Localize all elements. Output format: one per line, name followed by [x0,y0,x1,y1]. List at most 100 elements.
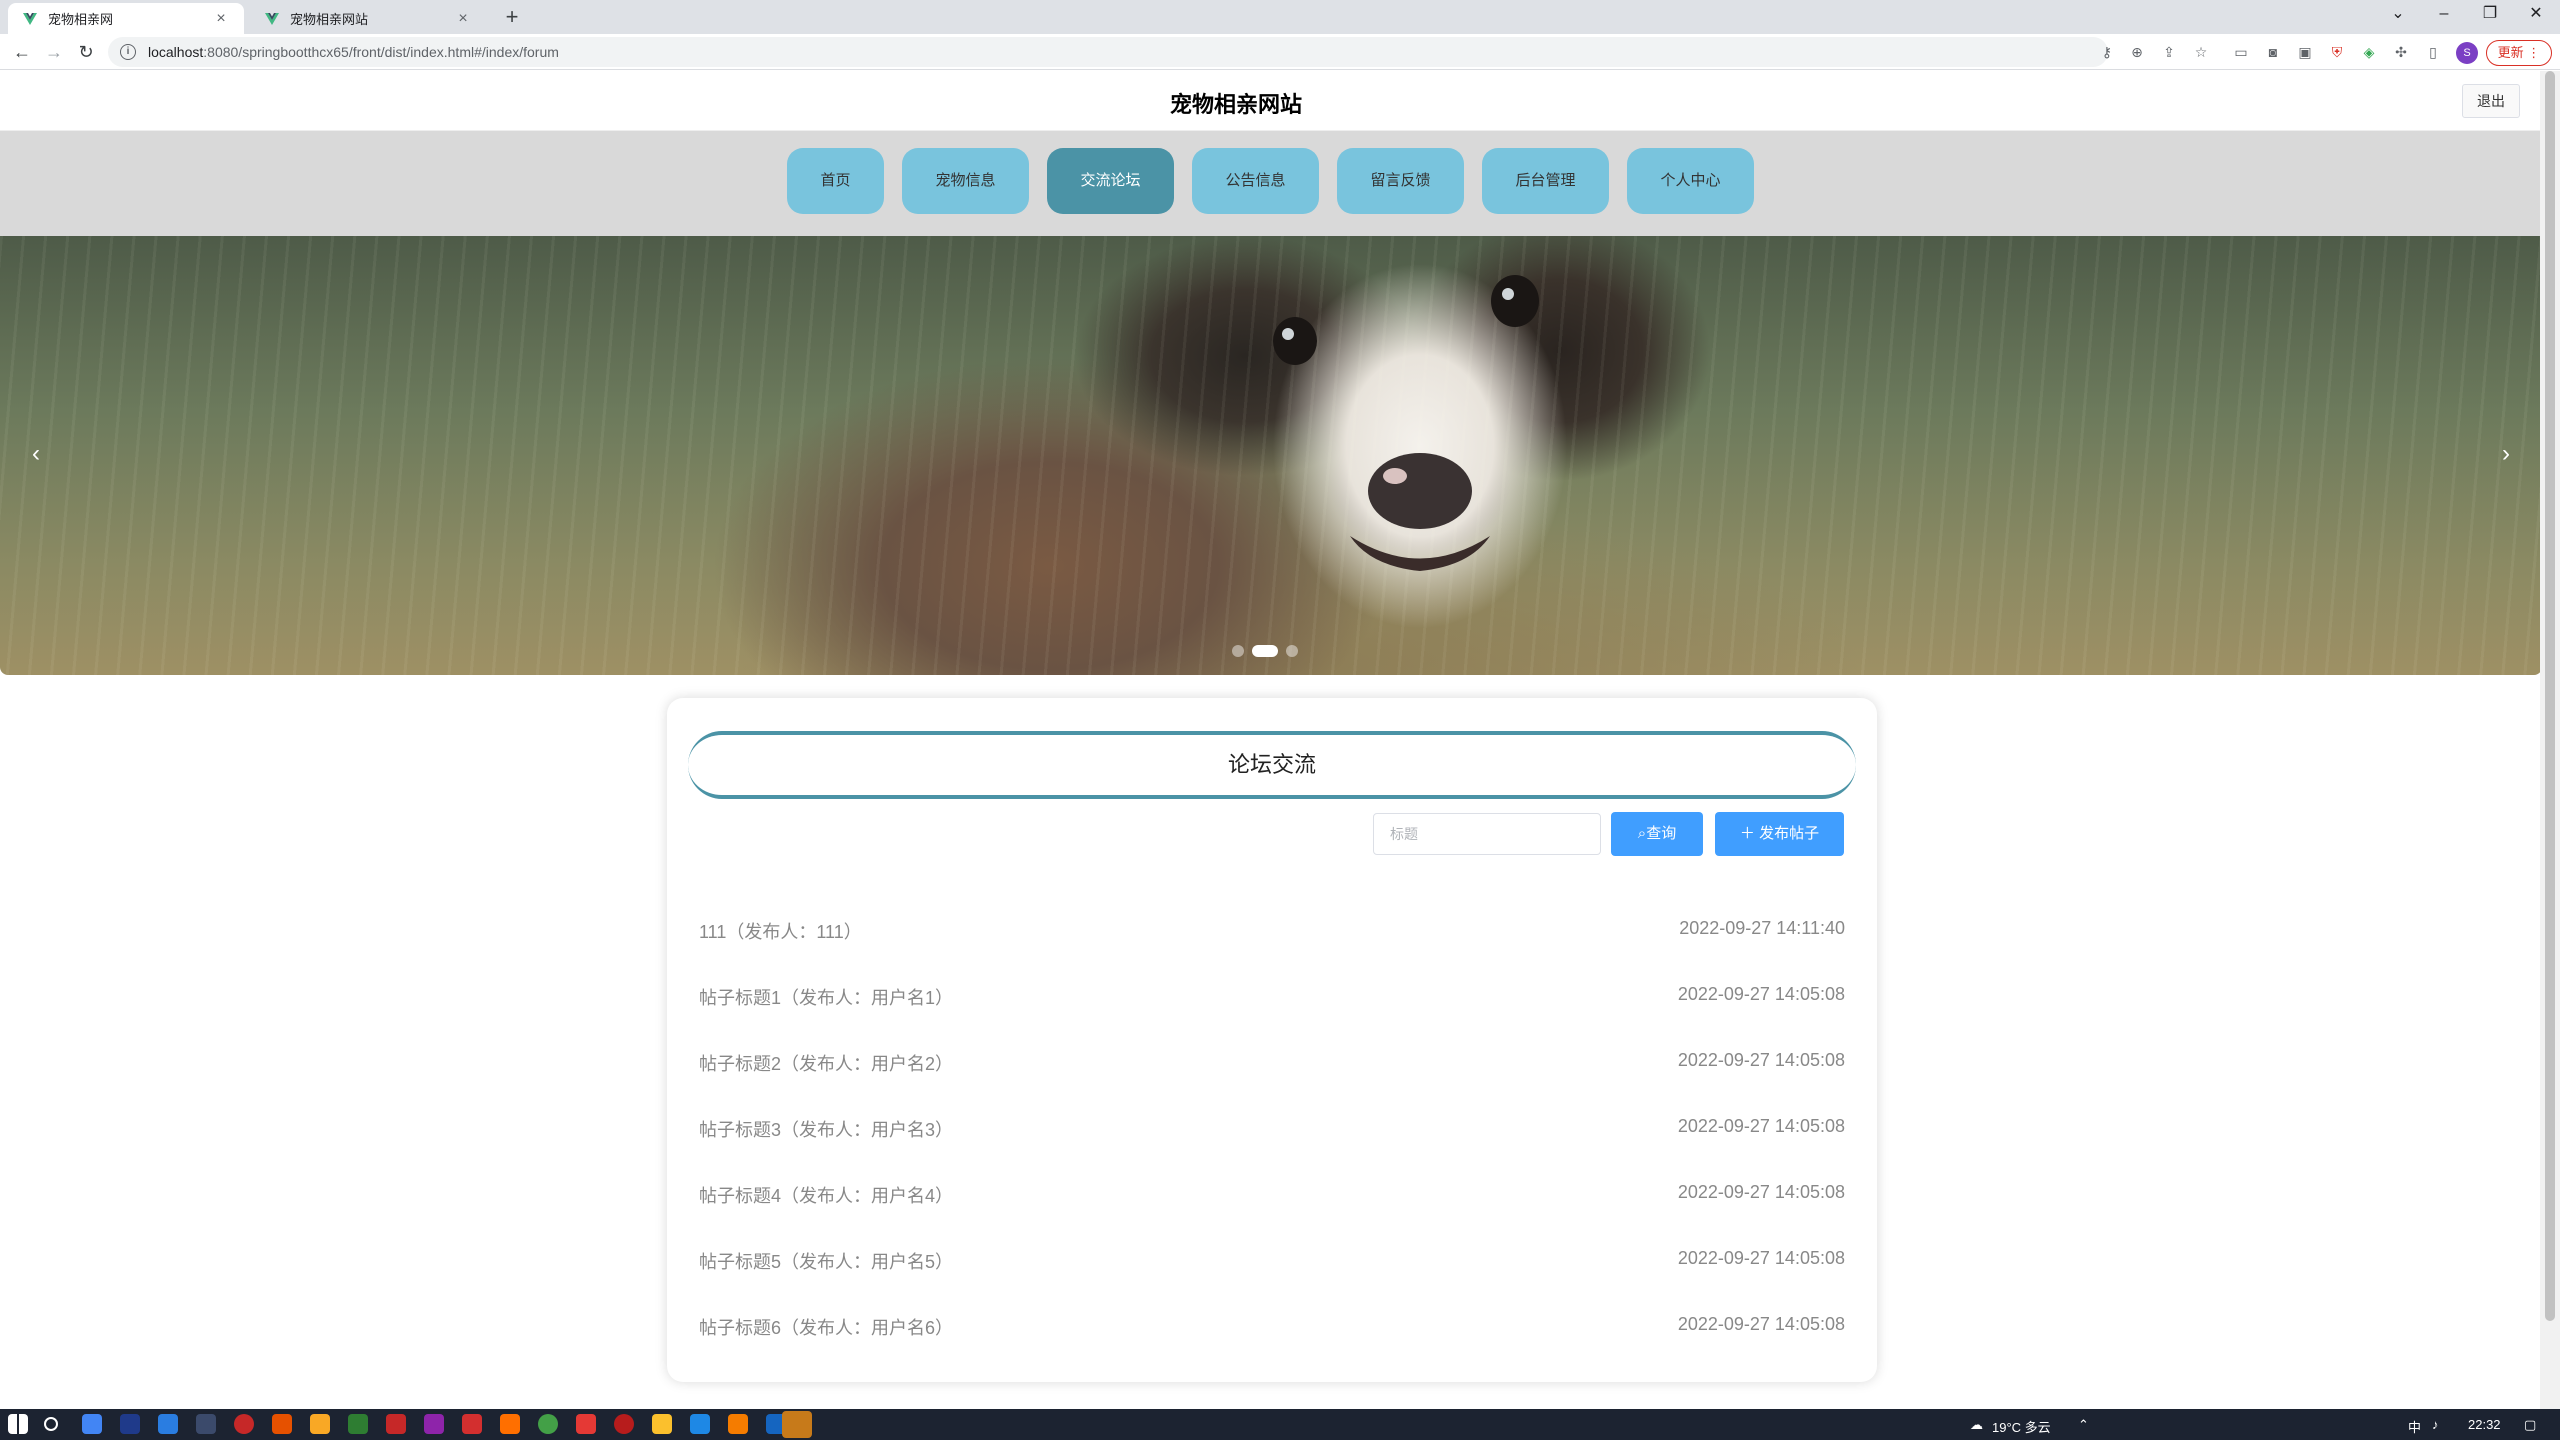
carousel-dot[interactable] [1232,645,1244,657]
app-taskbar-icon[interactable] [272,1414,292,1434]
app-taskbar-icon[interactable] [728,1414,748,1434]
site-info-icon[interactable]: i [120,44,136,60]
cast-icon[interactable]: ▭ [2232,43,2250,61]
app-taskbar-icon[interactable] [386,1414,406,1434]
zoom-icon[interactable]: ⊕ [2128,43,2146,61]
notification-icon[interactable]: ▢ [2524,1417,2536,1433]
clock[interactable]: 22:32 [2468,1417,2501,1432]
back-icon[interactable]: ← [8,38,36,66]
logout-button[interactable]: 退出 [2462,84,2520,118]
bookmark-star-icon[interactable]: ☆ [2192,43,2210,61]
post-time: 2022-09-27 14:05:08 [1677,1182,1845,1202]
window-close-icon[interactable]: ✕ [2514,0,2558,30]
wechat-taskbar-icon[interactable] [538,1414,558,1434]
chrome-taskbar-icon[interactable] [82,1414,102,1434]
tab-close-icon[interactable]: × [454,10,472,28]
browser-tab-2[interactable]: 宠物相亲网站 × [250,3,486,34]
query-label: 查询 [1646,825,1677,842]
app-taskbar-icon[interactable] [576,1414,596,1434]
post-time: 2022-09-27 14:05:08 [1677,984,1845,1004]
post-item[interactable]: 帖子标题4（发布人：用户名4） 2022-09-27 14:05:08 [699,1162,1845,1228]
tab-search-icon[interactable]: ⌄ [2376,0,2420,30]
share-icon[interactable]: ⇪ [2160,43,2178,61]
shield-extension-icon[interactable]: ⛨ [2328,43,2346,61]
windows-start-icon[interactable] [8,1414,28,1434]
folder-taskbar-icon[interactable] [310,1414,330,1434]
post-time: 2022-09-27 14:05:08 [1677,1116,1845,1136]
post-title[interactable]: 帖子标题1（发布人：用户名1） [699,984,953,1010]
app-taskbar-icon[interactable] [614,1414,634,1434]
search-icon[interactable] [44,1417,58,1431]
nav-item-pets[interactable]: 宠物信息 [902,148,1029,214]
post-title[interactable]: 帖子标题6（发布人：用户名6） [699,1314,953,1340]
title-search-input[interactable] [1373,813,1601,855]
carousel-dot[interactable] [1286,645,1298,657]
nav-item-feedback[interactable]: 留言反馈 [1337,148,1464,214]
browser-taskbar-icon[interactable] [158,1414,178,1434]
url-path: :8080/springbootthcx65/front/dist/index.… [203,44,559,60]
carousel-prev-icon[interactable]: ‹ [18,436,54,472]
post-title[interactable]: 帖子标题2（发布人：用户名2） [699,1050,953,1076]
post-title[interactable]: 111（发布人：111） [699,918,862,944]
vue-favicon-icon [23,12,37,25]
camera-icon[interactable]: ◙ [2264,43,2282,61]
nav-item-home[interactable]: 首页 [787,148,884,214]
forward-icon[interactable]: → [40,38,68,66]
reload-icon[interactable]: ↻ [72,38,100,66]
volume-icon[interactable]: ♪ [2432,1417,2439,1432]
banner-carousel: ‹ › [0,236,2542,675]
post-title[interactable]: 帖子标题4（发布人：用户名4） [699,1182,953,1208]
browser-tabstrip: 宠物相亲网 × 宠物相亲网站 × + ⌄ – ❐ ✕ [0,0,2560,34]
weather-text[interactable]: 19°C 多云 [1992,1417,2051,1436]
puzzle-icon[interactable]: ✣ [2392,43,2410,61]
carousel-next-icon[interactable]: › [2488,436,2524,472]
post-item[interactable]: 帖子标题3（发布人：用户名3） 2022-09-27 14:05:08 [699,1096,1845,1162]
post-item[interactable]: 帖子标题1（发布人：用户名1） 2022-09-27 14:05:08 [699,964,1845,1030]
nav-item-notices[interactable]: 公告信息 [1192,148,1319,214]
key-icon[interactable]: ⚷ [2098,43,2116,61]
page-scrollbar[interactable] [2540,71,2560,1409]
nav-item-forum[interactable]: 交流论坛 [1047,148,1174,214]
app-taskbar-icon[interactable] [348,1414,368,1434]
minimize-icon[interactable]: – [2422,0,2466,30]
browser-tab-title: 宠物相亲网 [48,12,114,27]
active-app-taskbar-icon[interactable] [782,1411,812,1438]
app-taskbar-icon[interactable] [424,1414,444,1434]
post-time: 2022-09-27 14:05:08 [1677,1314,1845,1334]
weather-icon[interactable]: ☁ [1970,1417,1983,1433]
app-taskbar-icon[interactable] [196,1414,216,1434]
post-time: 2022-09-27 14:11:40 [1679,918,1845,938]
ime-indicator[interactable]: 中 [2408,1417,2421,1436]
app-taskbar-icon[interactable] [462,1414,482,1434]
publish-post-button[interactable]: ＋ 发布帖子 [1715,812,1844,856]
post-item[interactable]: 111（发布人：111） 2022-09-27 14:11:40 [699,898,1845,964]
sidebar-icon[interactable]: ▯ [2424,43,2442,61]
nav-item-profile[interactable]: 个人中心 [1627,148,1754,214]
query-button[interactable]: ⌕查询 [1611,812,1703,856]
windows-taskbar: ☁ 19°C 多云 ⌃ 中 ♪ 22:32 ▢ [0,1409,2560,1440]
post-item[interactable]: 帖子标题2（发布人：用户名2） 2022-09-27 14:05:08 [699,1030,1845,1096]
app-taskbar-icon[interactable] [690,1414,710,1434]
extension-icon[interactable]: ◈ [2360,43,2378,61]
post-item[interactable]: 帖子标题6（发布人：用户名6） 2022-09-27 14:05:08 [699,1294,1845,1360]
carousel-dot-active[interactable] [1252,645,1278,657]
tray-expand-icon[interactable]: ⌃ [2078,1417,2089,1433]
browser-tab-1[interactable]: 宠物相亲网 × [8,3,244,34]
profile-avatar[interactable]: S [2456,42,2478,64]
new-tab-icon[interactable]: + [498,4,526,32]
post-title[interactable]: 帖子标题3（发布人：用户名3） [699,1116,953,1142]
scrollbar-thumb[interactable] [2545,71,2555,1321]
image-icon[interactable]: ▣ [2296,43,2314,61]
restore-icon[interactable]: ❐ [2468,0,2512,30]
app-taskbar-icon[interactable] [234,1414,254,1434]
app-taskbar-icon[interactable] [500,1414,520,1434]
address-bar[interactable]: i localhost:8080/springbootthcx65/front/… [108,37,2108,67]
tab-close-icon[interactable]: × [212,10,230,28]
plus-icon: ＋ [1739,825,1755,842]
update-button[interactable]: 更新 ⋮ [2486,40,2552,66]
app-taskbar-icon[interactable] [120,1414,140,1434]
app-taskbar-icon[interactable] [652,1414,672,1434]
post-item[interactable]: 帖子标题5（发布人：用户名5） 2022-09-27 14:05:08 [699,1228,1845,1294]
nav-item-admin[interactable]: 后台管理 [1482,148,1609,214]
post-title[interactable]: 帖子标题5（发布人：用户名5） [699,1248,953,1274]
